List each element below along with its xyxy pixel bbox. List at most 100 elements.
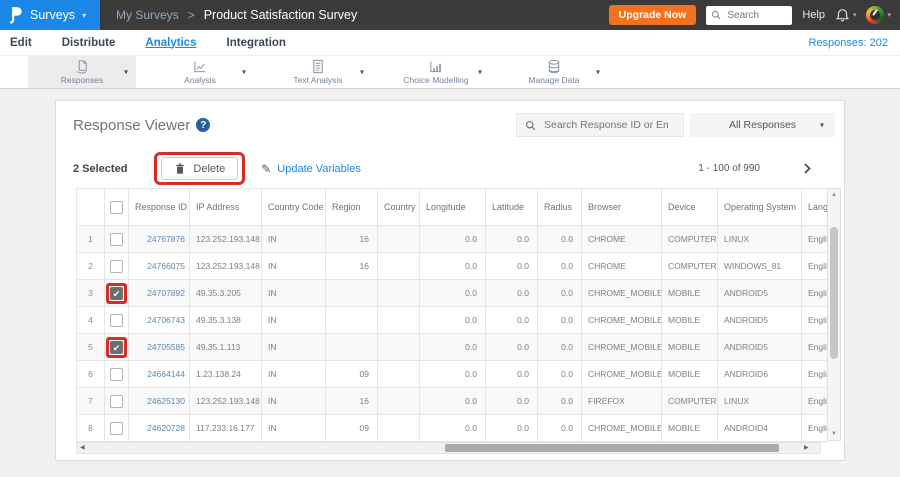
nav-distribute[interactable]: Distribute <box>62 37 116 49</box>
cell-longitude: 0.0 <box>419 387 486 415</box>
column-header-longitude[interactable]: Longitude <box>419 188 486 226</box>
cell-response-id[interactable]: 24705585 <box>128 333 190 361</box>
response-search-box[interactable] <box>516 113 684 137</box>
cell-region: 16 <box>325 225 378 253</box>
nav-edit[interactable]: Edit <box>10 37 32 49</box>
vertical-scrollbar[interactable]: ▲ ▼ <box>827 188 841 441</box>
cell-country-code: IN <box>261 333 326 361</box>
cell-latitude: 0.0 <box>485 252 538 280</box>
cell-device: COMPUTER <box>661 225 718 253</box>
row-checkbox[interactable]: ✔ <box>110 340 123 354</box>
row-checkbox[interactable] <box>110 232 123 246</box>
surveys-menu-label: Surveys <box>30 8 76 22</box>
help-icon[interactable]: ? <box>196 118 211 132</box>
horizontal-scrollbar[interactable]: ◀ ▶ <box>76 442 821 454</box>
cell-latitude: 0.0 <box>485 306 538 334</box>
account-menu-button[interactable]: ▾ <box>866 6 891 24</box>
column-header-country[interactable]: Country <box>377 188 420 226</box>
cell-browser: CHROME_MOBILE <box>581 306 662 334</box>
table-row: 5 ✔ 24705585 49.35.1.113 IN 0.0 0.0 0.0 CHROME_M… <box>76 333 828 361</box>
chevron-down-icon[interactable]: ▾ <box>596 68 600 77</box>
scroll-down-icon[interactable]: ▼ <box>828 431 840 437</box>
row-number: 5 <box>76 333 105 361</box>
cell-operating-system: ANDROID4 <box>717 414 802 442</box>
column-header-operating-system[interactable]: Operating System <box>717 188 802 226</box>
global-search-input[interactable] <box>725 8 788 22</box>
cell-region: 09 <box>325 414 378 442</box>
cell-browser: CHROME_MOBILE <box>581 279 662 307</box>
annotation-checkbox-highlight: ✔ <box>106 336 127 358</box>
tab-manage-data[interactable]: Manage Data ▾ <box>500 56 608 88</box>
cell-response-id[interactable]: 24767876 <box>128 225 190 253</box>
cell-ip-address: 123.252.193.148 <box>189 387 262 415</box>
responses-count[interactable]: Responses: 202 <box>809 37 900 49</box>
tab-analysis[interactable]: Analysis ▾ <box>146 56 254 88</box>
delete-button[interactable]: Delete <box>161 157 239 180</box>
chevron-down-icon[interactable]: ▾ <box>478 68 482 77</box>
column-header-browser[interactable]: Browser <box>581 188 662 226</box>
column-header-device[interactable]: Device <box>661 188 718 226</box>
nav-analytics[interactable]: Analytics <box>145 37 196 49</box>
cell-country <box>377 279 420 307</box>
cell-response-id[interactable]: 24620728 <box>128 414 190 442</box>
cell-country <box>377 252 420 280</box>
scroll-up-icon[interactable]: ▲ <box>828 192 840 198</box>
row-checkbox[interactable] <box>110 367 123 381</box>
cell-latitude: 0.0 <box>485 387 538 415</box>
horizontal-scrollbar-thumb[interactable] <box>445 444 779 452</box>
chevron-down-icon[interactable]: ▾ <box>242 68 246 77</box>
row-number: 3 <box>76 279 105 307</box>
tab-responses[interactable]: Responses ▾ <box>28 56 136 88</box>
column-header-ip-address[interactable]: IP Address <box>189 188 262 226</box>
cell-region <box>325 306 378 334</box>
scroll-left-icon[interactable]: ◀ <box>80 444 85 451</box>
chevron-down-icon[interactable]: ▾ <box>124 68 128 77</box>
surveys-product-menu[interactable]: Surveys ▾ <box>0 0 100 30</box>
row-checkbox[interactable] <box>110 394 123 408</box>
column-header-language[interactable]: Language <box>801 188 828 226</box>
response-search-input[interactable] <box>542 118 670 132</box>
cell-longitude: 0.0 <box>419 333 486 361</box>
cell-device: COMPUTER <box>661 252 718 280</box>
column-header-country-code[interactable]: Country Code <box>261 188 326 226</box>
row-checkbox[interactable] <box>110 421 123 435</box>
global-search-box[interactable] <box>706 5 793 25</box>
help-link[interactable]: Help <box>802 9 825 21</box>
all-responses-dropdown[interactable]: All Responses ▾ <box>690 113 835 137</box>
cell-response-id[interactable]: 24664144 <box>128 360 190 388</box>
column-header-radius[interactable]: Radius <box>537 188 582 226</box>
row-checkbox[interactable] <box>110 313 123 327</box>
cell-operating-system: ANDROID5 <box>717 279 802 307</box>
chevron-down-icon[interactable]: ▾ <box>360 68 364 77</box>
vertical-scrollbar-thumb[interactable] <box>830 227 838 359</box>
table-row: 4 24706743 49.35.3.138 IN 0.0 0.0 0.0 CHROME_MO… <box>76 306 828 334</box>
cell-device: MOBILE <box>661 333 718 361</box>
tab-choice-modelling[interactable]: Choice Modelling ▾ <box>382 56 490 88</box>
row-checkbox[interactable]: ✔ <box>110 286 123 300</box>
cell-response-id[interactable]: 24707892 <box>128 279 190 307</box>
select-all-checkbox[interactable] <box>110 200 123 214</box>
cell-response-id[interactable]: 24766075 <box>128 252 190 280</box>
pagination-next-icon[interactable] <box>804 163 811 174</box>
questionpro-logo <box>9 7 22 24</box>
avatar <box>866 6 885 24</box>
cell-ip-address: 123.252.193.148 <box>189 225 262 253</box>
row-checkbox[interactable] <box>110 259 123 273</box>
cell-language: English <box>801 333 828 361</box>
cell-device: MOBILE <box>661 306 718 334</box>
nav-integration[interactable]: Integration <box>227 37 286 49</box>
cell-response-id[interactable]: 24625130 <box>128 387 190 415</box>
notifications-button[interactable]: ▾ <box>835 8 856 23</box>
cell-device: MOBILE <box>661 414 718 442</box>
cell-response-id[interactable]: 24706743 <box>128 306 190 334</box>
column-header-latitude[interactable]: Latitude <box>485 188 538 226</box>
breadcrumb-my-surveys[interactable]: My Surveys <box>116 8 179 22</box>
tab-text-analysis[interactable]: Text Analysis ▾ <box>264 56 372 88</box>
scroll-right-icon[interactable]: ▶ <box>804 444 809 451</box>
cell-country <box>377 225 420 253</box>
column-header-response-id[interactable]: Response ID▲ <box>128 188 190 226</box>
upgrade-now-button[interactable]: Upgrade Now <box>608 5 697 25</box>
choice-modelling-icon <box>430 61 442 73</box>
column-header-region[interactable]: Region <box>325 188 378 226</box>
update-variables-button[interactable]: ✎ Update Variables <box>261 162 361 176</box>
